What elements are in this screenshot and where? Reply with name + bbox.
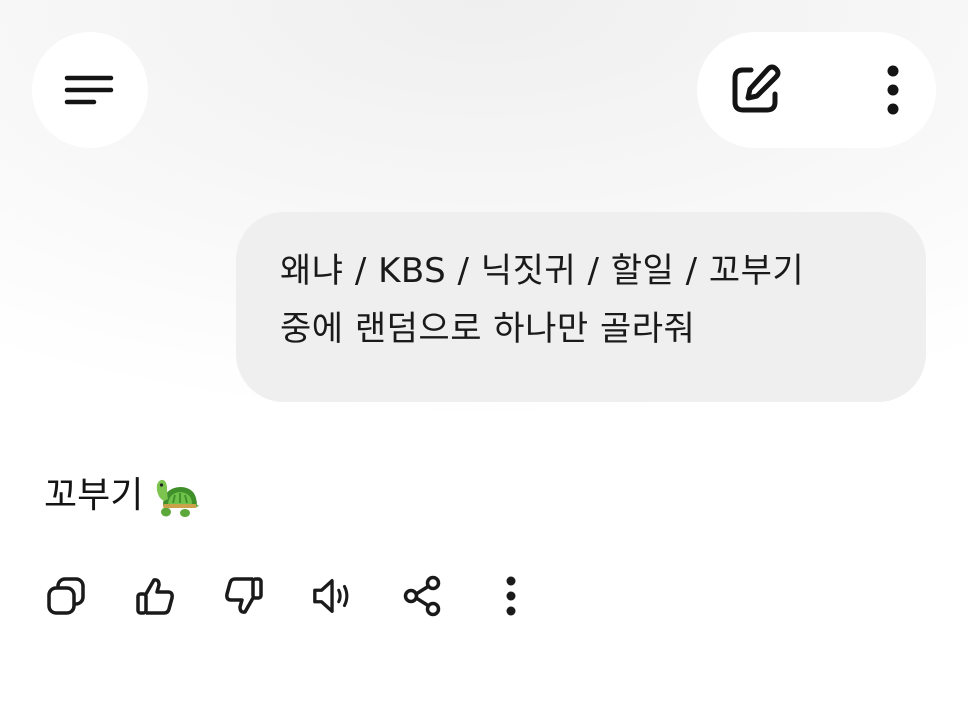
hamburger-menu-icon [64, 75, 114, 105]
new-chat-button[interactable] [727, 62, 783, 118]
copy-button[interactable] [44, 574, 88, 618]
edit-pen-icon [732, 64, 781, 113]
user-message-line-1: 왜냐 / KBS / 닉짓귀 / 할일 / 꼬부기 [280, 251, 805, 291]
user-message-line-2: 중에 랜덤으로 하나만 골라줘 [280, 309, 696, 349]
assistant-message-text: 꼬부기 [44, 475, 144, 516]
thumbs-down-icon [225, 577, 263, 614]
copy-icon [47, 577, 85, 615]
assistant-message: 꼬부기 [44, 470, 200, 522]
dislike-button[interactable] [222, 574, 266, 618]
more-vertical-icon [506, 576, 516, 616]
thumbs-up-icon [136, 578, 174, 615]
menu-button[interactable] [32, 32, 148, 148]
share-icon [403, 575, 441, 617]
more-options-button[interactable] [886, 65, 900, 115]
like-button[interactable] [133, 574, 177, 618]
user-message-bubble: 왜냐 / KBS / 닉짓귀 / 할일 / 꼬부기 중에 랜덤으로 하나만 골라… [236, 212, 926, 402]
speaker-icon [313, 579, 349, 613]
share-button[interactable] [400, 574, 444, 618]
vertical-dots-icon [887, 65, 899, 115]
turtle-emoji-icon [157, 479, 200, 517]
read-aloud-button[interactable] [311, 574, 355, 618]
response-more-button[interactable] [489, 574, 533, 618]
header-actions [697, 32, 936, 148]
response-toolbar [44, 574, 534, 618]
